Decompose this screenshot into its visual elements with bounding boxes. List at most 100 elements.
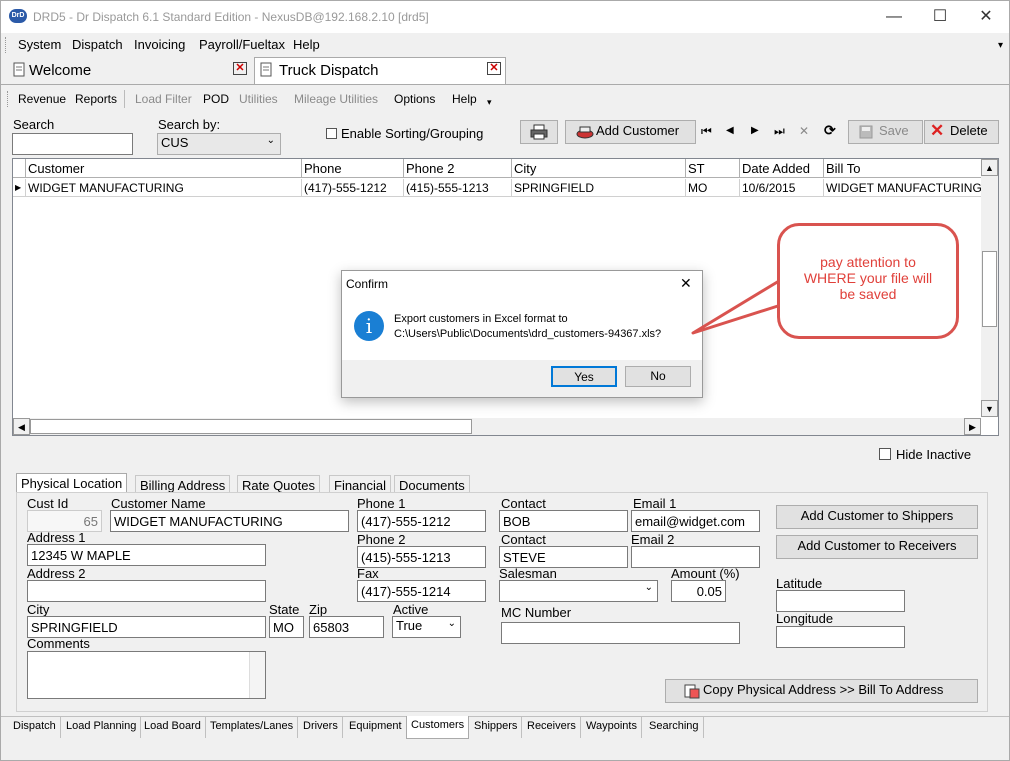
horizontal-scrollbar[interactable]: ◀ ▶ bbox=[13, 418, 981, 435]
toolbar-reports[interactable]: Reports bbox=[75, 92, 117, 106]
minimize-button[interactable]: — bbox=[871, 5, 917, 29]
next-record-icon[interactable]: ▶ bbox=[751, 125, 759, 136]
menu-payroll-fueltax[interactable]: Payroll/Fueltax bbox=[199, 37, 285, 52]
email1-field[interactable] bbox=[631, 510, 760, 532]
phone1-field[interactable] bbox=[357, 510, 486, 532]
dialog-close-icon[interactable]: ✕ bbox=[680, 275, 692, 292]
save-button[interactable]: Save bbox=[848, 120, 923, 144]
salesman-select[interactable]: ⌄ bbox=[499, 580, 658, 602]
tab-physical-location[interactable]: Physical Location bbox=[16, 473, 128, 494]
active-select[interactable]: True ⌄ bbox=[392, 616, 461, 638]
first-record-icon[interactable]: ⏮ bbox=[701, 124, 712, 139]
add-customer-button[interactable]: Add Customer bbox=[565, 120, 696, 144]
no-button[interactable]: No bbox=[625, 366, 691, 387]
toolbar-mileage-utilities[interactable]: Mileage Utilities bbox=[294, 92, 378, 106]
cell-bill-to[interactable]: WIDGET MANUFACTURING bbox=[824, 179, 982, 197]
scroll-down-icon[interactable]: ▼ bbox=[981, 400, 998, 417]
toolbar-help[interactable]: Help bbox=[452, 92, 477, 106]
copy-address-button[interactable]: Copy Physical Address >> Bill To Address bbox=[665, 679, 978, 703]
tab-receivers[interactable]: Receivers bbox=[523, 717, 581, 738]
scroll-up-icon[interactable]: ▲ bbox=[981, 159, 998, 176]
zip-label: Zip bbox=[309, 602, 328, 617]
contact2-field[interactable] bbox=[499, 546, 628, 568]
tab-load-board[interactable]: Load Board bbox=[140, 717, 206, 738]
cell-customer[interactable]: WIDGET MANUFACTURING bbox=[26, 179, 302, 197]
menu-bar: System Dispatch Invoicing Payroll/Fuelta… bbox=[1, 34, 1009, 56]
comments-field[interactable] bbox=[27, 651, 266, 699]
tab-welcome[interactable]: Welcome ✕ bbox=[7, 57, 251, 84]
email2-field[interactable] bbox=[631, 546, 760, 568]
tab-dispatch[interactable]: Dispatch bbox=[9, 717, 61, 738]
amount-field[interactable] bbox=[671, 580, 726, 602]
toolbar-utilities[interactable]: Utilities bbox=[239, 92, 278, 106]
vertical-scrollbar[interactable]: ▲ ▼ bbox=[981, 159, 998, 417]
menu-invoicing[interactable]: Invoicing bbox=[134, 37, 185, 52]
print-button[interactable] bbox=[520, 120, 558, 144]
yes-button[interactable]: Yes bbox=[551, 366, 617, 387]
horizontal-scroll-thumb[interactable] bbox=[30, 419, 472, 434]
phone2-field[interactable] bbox=[357, 546, 486, 568]
sorting-checkbox[interactable] bbox=[326, 128, 337, 139]
toolbar-overflow-icon[interactable]: ▾ bbox=[487, 97, 492, 108]
cell-phone2[interactable]: (415)-555-1213 bbox=[404, 179, 512, 197]
close-tab-icon[interactable]: ✕ bbox=[233, 62, 247, 75]
search-input[interactable] bbox=[12, 133, 133, 155]
address2-field[interactable] bbox=[27, 580, 266, 602]
toolbar-revenue[interactable]: Revenue bbox=[18, 92, 66, 106]
row-indicator-icon: ▶ bbox=[13, 179, 26, 197]
state-field[interactable] bbox=[269, 616, 304, 638]
col-header-bill-to[interactable]: Bill To bbox=[824, 159, 982, 178]
tab-drivers[interactable]: Drivers bbox=[299, 717, 343, 738]
prev-record-icon[interactable]: ◀ bbox=[726, 125, 734, 136]
scroll-left-icon[interactable]: ◀ bbox=[13, 418, 30, 435]
close-window-button[interactable]: ✕ bbox=[963, 5, 1009, 29]
last-record-icon[interactable]: ⏭ bbox=[774, 124, 785, 139]
delete-button[interactable]: ✕ Delete bbox=[924, 120, 999, 144]
col-header-phone[interactable]: Phone bbox=[302, 159, 404, 178]
toolbar-load-filter[interactable]: Load Filter bbox=[135, 92, 192, 106]
col-header-city[interactable]: City bbox=[512, 159, 686, 178]
cancel-edit-icon[interactable]: ✕ bbox=[799, 124, 809, 138]
menu-system[interactable]: System bbox=[18, 37, 61, 52]
menu-help[interactable]: Help bbox=[293, 37, 320, 52]
maximize-button[interactable]: ☐ bbox=[917, 5, 963, 29]
tab-templates-lanes[interactable]: Templates/Lanes bbox=[206, 717, 299, 738]
tab-searching[interactable]: Searching bbox=[645, 717, 704, 738]
tab-customers[interactable]: Customers bbox=[406, 716, 470, 739]
col-header-date-added[interactable]: Date Added bbox=[740, 159, 824, 178]
col-header-st[interactable]: ST bbox=[686, 159, 740, 178]
close-tab-icon[interactable]: ✕ bbox=[487, 62, 501, 75]
cell-date-added[interactable]: 10/6/2015 bbox=[740, 179, 824, 197]
menu-dispatch[interactable]: Dispatch bbox=[72, 37, 123, 52]
zip-field[interactable] bbox=[309, 616, 384, 638]
latitude-field[interactable] bbox=[776, 590, 905, 612]
tab-truck-dispatch[interactable]: Truck Dispatch ✕ bbox=[254, 57, 506, 84]
address1-field[interactable] bbox=[27, 544, 266, 566]
toolbar-options[interactable]: Options bbox=[394, 92, 435, 106]
mc-number-field[interactable] bbox=[501, 622, 740, 644]
contact1-field[interactable] bbox=[499, 510, 628, 532]
city-field[interactable] bbox=[27, 616, 266, 638]
add-to-shippers-button[interactable]: Add Customer to Shippers bbox=[776, 505, 978, 529]
cell-city[interactable]: SPRINGFIELD bbox=[512, 179, 686, 197]
cell-st[interactable]: MO bbox=[686, 179, 740, 197]
vertical-scroll-thumb[interactable] bbox=[982, 251, 997, 327]
refresh-icon[interactable]: ⟳ bbox=[824, 122, 836, 139]
comments-scrollbar[interactable] bbox=[249, 652, 265, 698]
tab-shippers[interactable]: Shippers bbox=[470, 717, 523, 738]
longitude-field[interactable] bbox=[776, 626, 905, 648]
fax-field[interactable] bbox=[357, 580, 486, 602]
tab-equipment[interactable]: Equipment bbox=[345, 717, 407, 738]
hide-inactive-checkbox[interactable] bbox=[879, 448, 891, 460]
toolbar-pod[interactable]: POD bbox=[203, 92, 229, 106]
col-header-phone2[interactable]: Phone 2 bbox=[404, 159, 512, 178]
add-to-receivers-button[interactable]: Add Customer to Receivers bbox=[776, 535, 978, 559]
search-by-select[interactable]: CUS ⌄ bbox=[157, 133, 281, 155]
tab-load-planning[interactable]: Load Planning bbox=[62, 717, 142, 738]
col-header-customer[interactable]: Customer bbox=[26, 159, 302, 178]
cell-phone[interactable]: (417)-555-1212 bbox=[302, 179, 404, 197]
customer-name-field[interactable] bbox=[110, 510, 349, 532]
menu-overflow-icon[interactable]: ▾ bbox=[998, 40, 1003, 51]
tab-waypoints[interactable]: Waypoints bbox=[582, 717, 642, 738]
scroll-right-icon[interactable]: ▶ bbox=[964, 418, 981, 435]
